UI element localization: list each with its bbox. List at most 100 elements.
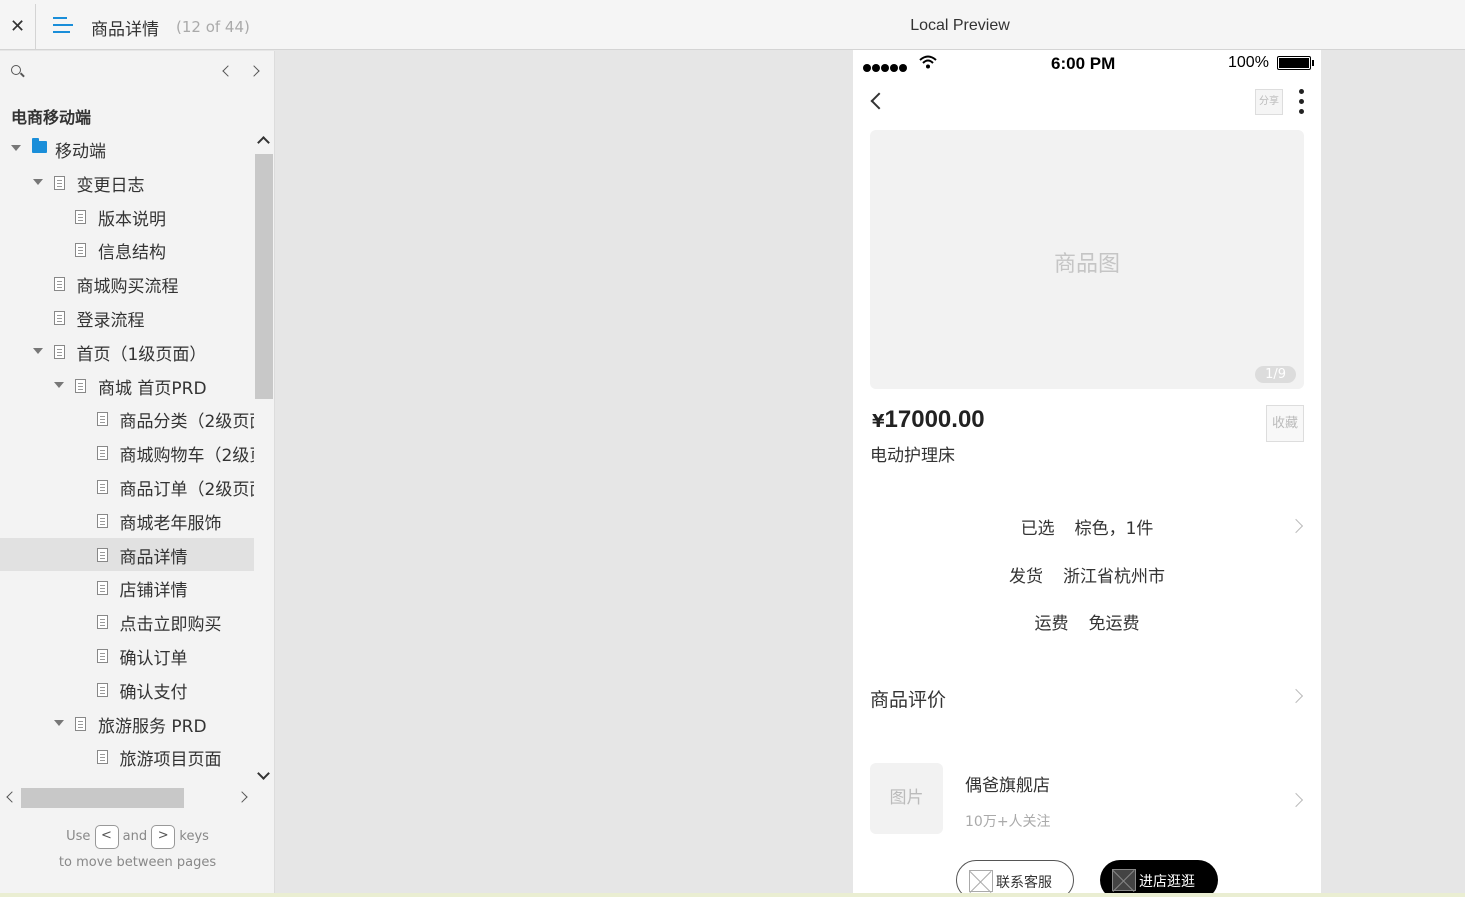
spec-shipping-row: 发货 浙江省杭州市 <box>853 562 1321 587</box>
tree-item[interactable]: 旅游服务 PRD <box>0 707 254 740</box>
tree-item[interactable]: 变更日志 <box>0 166 254 199</box>
search-icon <box>11 65 21 75</box>
chevron-right-icon[interactable] <box>1288 792 1304 808</box>
spec-selected-row[interactable]: 已选 棕色，1件 <box>853 514 1321 539</box>
tree-item[interactable]: 店铺详情 <box>0 571 254 604</box>
chevron-right-icon[interactable] <box>1288 688 1304 704</box>
page-icon <box>53 344 65 359</box>
vertical-scroll-thumb[interactable] <box>255 154 273 399</box>
tree-item[interactable]: 商城 首页PRD <box>0 369 254 402</box>
prev-page-arrow-icon[interactable] <box>222 65 234 77</box>
page-icon <box>53 175 65 190</box>
caret-down-icon[interactable] <box>11 145 21 151</box>
caret-down-icon[interactable] <box>54 381 64 388</box>
tree-item-label: 商城 首页PRD <box>98 378 207 399</box>
image-counter: 1/9 <box>1255 366 1296 383</box>
page-icon <box>75 209 86 224</box>
page-icon <box>96 480 108 494</box>
vertical-scrollbar[interactable] <box>254 132 274 782</box>
tree-item-label: 确认订单 <box>119 649 188 669</box>
tree-item[interactable]: 康养服务 PRD <box>0 774 254 782</box>
tree-item[interactable]: 登录流程 <box>0 301 254 334</box>
spec-value: 免运费 <box>1088 614 1140 634</box>
hint-keys: keys <box>179 829 209 844</box>
tree-item[interactable]: 点击立即购买 <box>0 605 254 638</box>
page-icon <box>96 547 108 562</box>
tree-item-label: 商城购物车（2级页面） <box>119 446 255 467</box>
back-icon[interactable] <box>870 92 888 110</box>
tree-item[interactable]: 商品订单（2级页面） <box>0 470 254 503</box>
bottom-strip <box>0 893 1465 897</box>
search-row <box>0 51 274 91</box>
more-icon[interactable] <box>1298 89 1304 117</box>
battery-icon <box>1277 56 1314 70</box>
tree-item[interactable]: 移动端 <box>0 132 254 165</box>
tree-item-label: 店铺详情 <box>119 581 188 602</box>
tree-item[interactable]: 商品详情 <box>0 537 254 571</box>
next-page-arrow-icon[interactable] <box>248 65 260 77</box>
tree-item[interactable]: 旅游项目页面 <box>0 740 254 773</box>
caret-down-icon[interactable] <box>32 347 43 354</box>
horizontal-scroll-thumb[interactable] <box>21 788 184 808</box>
contact-service-button[interactable]: 联系客服 <box>956 860 1074 897</box>
page-icon <box>75 378 86 393</box>
tree-item[interactable]: 商城购买流程 <box>0 267 254 300</box>
spec-key: 已选 <box>1020 519 1055 539</box>
page-icon <box>96 649 108 663</box>
image-placeholder-icon <box>1112 869 1136 891</box>
page-icon <box>75 716 86 731</box>
scroll-up-icon[interactable] <box>257 136 270 149</box>
page-icon <box>96 581 108 596</box>
tree-item-label: 版本说明 <box>98 209 166 230</box>
share-icon[interactable]: 分享 <box>1255 89 1283 115</box>
page-icon <box>75 243 86 258</box>
page-icon <box>96 513 108 528</box>
page-icon <box>96 750 108 765</box>
tree-item-label: 商城老年服饰 <box>119 513 222 534</box>
visit-store-button[interactable]: 进店逛逛 <box>1100 860 1218 897</box>
sitemap-sidebar: 电商移动端 移动端 变更日志 版本说明 信息结构 商城购买流程 登录流程 首页（1级页面） 商… <box>0 51 275 897</box>
tree-item-label: 商品订单（2级页面） <box>119 480 255 500</box>
tree-item[interactable]: 确认支付 <box>0 673 254 706</box>
tree-item-label: 康养服务 PRD <box>98 779 207 782</box>
tree-item-label: 旅游项目页面 <box>119 750 222 771</box>
tree-item-label: 旅游服务 PRD <box>98 716 207 737</box>
store-name[interactable]: 偶爸旗舰店 <box>965 771 1050 796</box>
tree-item-label: 商品详情 <box>119 547 188 568</box>
product-price: ¥17000.00 <box>872 406 985 434</box>
caret-down-icon[interactable] <box>54 719 64 726</box>
tree-item[interactable]: 首页（1级页面） <box>0 335 254 368</box>
product-image-label: 商品图 <box>1053 252 1120 277</box>
scroll-right-icon[interactable] <box>236 791 248 803</box>
page-icon <box>96 412 108 427</box>
hint-and: and <box>122 829 148 844</box>
page-icon <box>53 277 65 292</box>
caret-down-icon[interactable] <box>32 178 43 185</box>
page-icon <box>96 615 108 630</box>
spec-value: 浙江省杭州市 <box>1063 567 1165 587</box>
horizontal-scrollbar[interactable] <box>0 783 254 811</box>
tree-item[interactable]: 信息结构 <box>0 233 254 266</box>
scroll-down-icon[interactable] <box>257 767 270 780</box>
tree-item-label: 登录流程 <box>76 311 145 331</box>
tree-item[interactable]: 商城老年服饰 <box>0 504 254 537</box>
sitemap-toggle-icon[interactable] <box>53 17 73 35</box>
scroll-left-icon[interactable] <box>6 791 18 803</box>
tree-item-label: 移动端 <box>55 142 106 162</box>
tree-item[interactable]: 版本说明 <box>0 200 254 233</box>
phone-preview: 6:00 PM 100% 分享 商品图 1/9 ¥17000.00 收藏 电动护… <box>853 50 1321 897</box>
favorite-button[interactable]: 收藏 <box>1266 405 1304 442</box>
tree-item-label: 商品分类（2级页面） <box>119 412 255 433</box>
tree-item[interactable]: 商城购物车（2级页面） <box>0 436 254 469</box>
tree-item-label: 变更日志 <box>76 175 145 196</box>
search-input[interactable] <box>28 59 208 83</box>
product-image[interactable]: 商品图 1/9 <box>870 130 1304 389</box>
tree-item-label: 首页（1级页面） <box>76 344 207 365</box>
product-reviews-link[interactable]: 商品评价 <box>870 685 946 712</box>
tree-item-label: 点击立即购买 <box>119 615 222 636</box>
page-count: (12 of 44) <box>176 18 250 36</box>
tree-item[interactable]: 确认订单 <box>0 639 254 672</box>
tree-item[interactable]: 商品分类（2级页面） <box>0 402 254 435</box>
close-button[interactable]: ✕ <box>0 4 36 49</box>
top-bar: ✕ 商品详情 (12 of 44) Local Preview <box>0 0 1465 50</box>
